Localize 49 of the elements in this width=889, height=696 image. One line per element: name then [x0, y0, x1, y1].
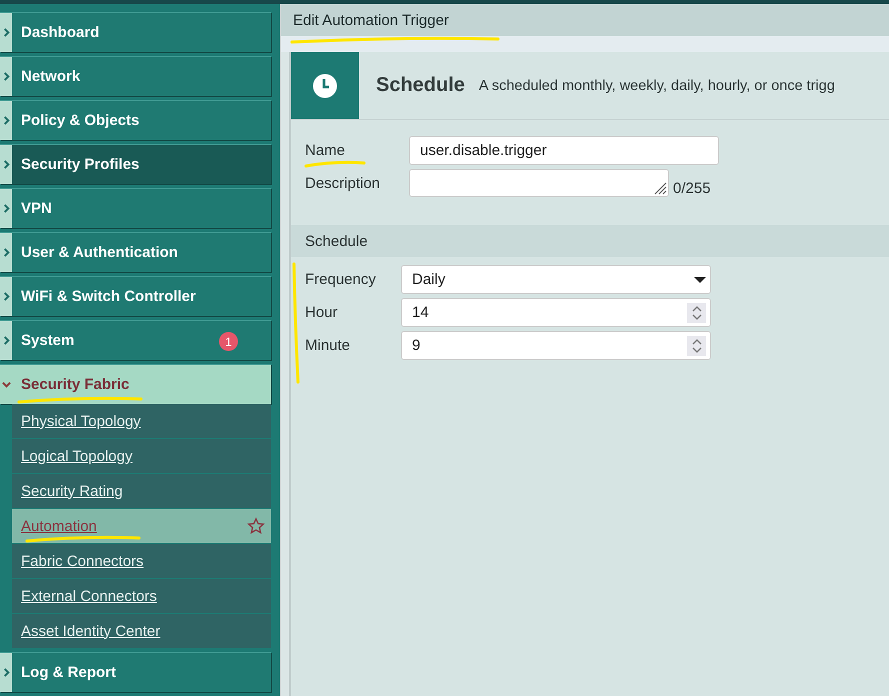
- submenu-item[interactable]: Logical Topology: [12, 439, 271, 473]
- chevron-right-icon: [2, 248, 10, 257]
- submenu-item[interactable]: Asset Identity Center: [12, 614, 271, 648]
- chevron-right-icon: [2, 204, 10, 213]
- sidebar-item[interactable]: VPN: [0, 188, 271, 228]
- chevron-right-icon: [2, 336, 10, 345]
- section-title: Schedule: [305, 232, 368, 250]
- field-label: Description: [305, 174, 380, 192]
- sidebar-item[interactable]: WiFi & Switch Controller: [0, 276, 271, 316]
- field-label: Frequency: [305, 271, 376, 288]
- submenu-item[interactable]: External Connectors: [12, 579, 271, 613]
- number-field[interactable]: 14: [401, 298, 711, 327]
- sidebar-item[interactable]: Security Fabric: [0, 364, 271, 404]
- page-title: Edit Automation Trigger: [293, 12, 449, 28]
- field-label: Name: [305, 142, 346, 159]
- number-field[interactable]: 9: [401, 331, 711, 360]
- chevron-right-icon: [2, 292, 10, 301]
- sidebar-item[interactable]: Security Profiles: [0, 144, 271, 184]
- chevron-down-icon: [2, 380, 10, 389]
- notification-badge: 1: [219, 332, 238, 351]
- caret-down-icon: [694, 276, 706, 284]
- spinner-icon[interactable]: [687, 302, 706, 322]
- resize-grip-icon: [653, 181, 667, 195]
- chevron-right-icon: [2, 72, 10, 81]
- spinner-icon[interactable]: [687, 336, 706, 356]
- star-icon[interactable]: [247, 517, 265, 535]
- sidebar-item[interactable]: User & Authentication: [0, 232, 271, 272]
- submenu-item[interactable]: Physical Topology: [12, 404, 271, 438]
- frequency-dropdown[interactable]: Daily: [401, 265, 711, 294]
- character-counter: 0/255: [673, 180, 711, 197]
- field-label: Hour: [305, 304, 338, 321]
- sidebar-item[interactable]: Log & Report: [0, 652, 271, 692]
- chevron-right-icon: [2, 160, 10, 169]
- submenu-item[interactable]: Automation: [12, 509, 271, 543]
- submenu-item[interactable]: Fabric Connectors: [12, 544, 271, 578]
- sidebar-item[interactable]: Policy & Objects: [0, 100, 271, 140]
- chevron-right-icon: [2, 28, 10, 37]
- trigger-type-name: Schedule: [376, 74, 465, 97]
- sidebar-item[interactable]: Network: [0, 56, 271, 96]
- description-field[interactable]: [409, 169, 669, 197]
- chevron-right-icon: [2, 116, 10, 125]
- sidebar-item[interactable]: Dashboard: [0, 12, 271, 52]
- sidebar-item[interactable]: System 1: [0, 320, 271, 360]
- name-field[interactable]: user.disable.trigger: [409, 136, 719, 165]
- clock-icon: [312, 72, 338, 98]
- field-label: Minute: [305, 337, 350, 354]
- trigger-description: A scheduled monthly, weekly, daily, hourly, or once trigg: [478, 78, 835, 94]
- submenu-item[interactable]: Security Rating: [12, 474, 271, 508]
- chevron-right-icon: [2, 668, 10, 677]
